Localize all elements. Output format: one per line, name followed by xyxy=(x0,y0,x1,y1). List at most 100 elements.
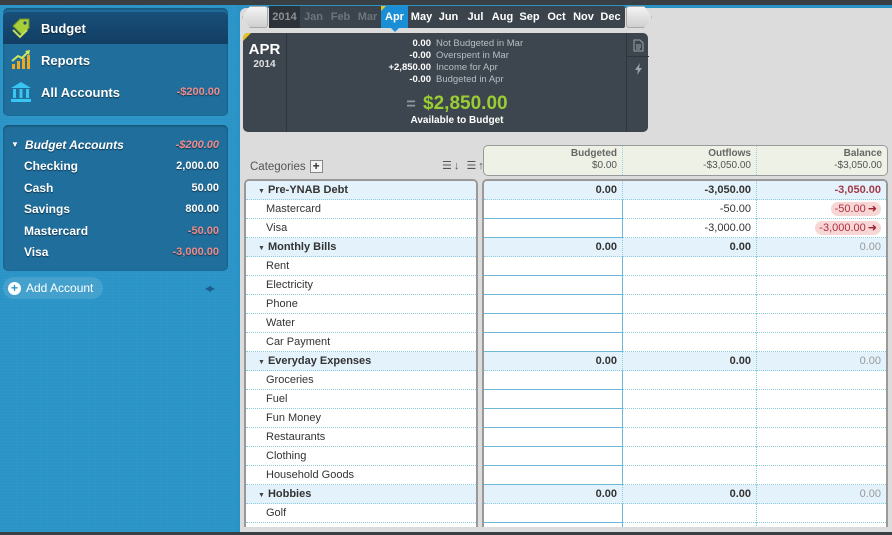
category-quilting[interactable]: Quilting xyxy=(246,526,303,527)
outflows-cell[interactable] xyxy=(623,446,757,466)
category-row[interactable]: Restaurants xyxy=(246,428,476,447)
outflows-cell[interactable]: -3,050.00 xyxy=(623,181,757,200)
budgeted-cell[interactable] xyxy=(484,408,623,428)
category-row[interactable]: Fuel xyxy=(246,390,476,409)
nav-all-accounts[interactable]: All Accounts -$200.00 xyxy=(3,76,228,108)
category-phone[interactable]: Phone xyxy=(246,298,298,310)
category-row[interactable]: Quilting xyxy=(246,523,476,527)
quick-budget-lightning-icon[interactable] xyxy=(627,58,649,80)
month-oct[interactable]: Oct xyxy=(543,6,570,28)
budgeted-cell[interactable] xyxy=(484,218,623,238)
category-group-row[interactable]: ▼ Monthly Bills xyxy=(246,238,476,257)
category-visa[interactable]: Visa xyxy=(246,222,287,234)
category-group-row[interactable]: ▼ Everyday Expenses xyxy=(246,352,476,371)
category-row[interactable]: Golf xyxy=(246,504,476,523)
account-checking[interactable]: Checking 2,000.00 xyxy=(3,155,228,176)
outflows-cell[interactable] xyxy=(623,313,757,333)
budgeted-cell[interactable] xyxy=(484,256,623,276)
month-may[interactable]: May xyxy=(408,6,435,28)
category-household-goods[interactable]: Household Goods xyxy=(246,469,354,481)
month-dec[interactable]: Dec xyxy=(597,6,624,28)
budget-accounts-header[interactable]: ▼ Budget Accounts -$200.00 xyxy=(3,134,228,155)
category-row[interactable]: Fun Money xyxy=(246,409,476,428)
outflows-cell[interactable] xyxy=(623,427,757,447)
account-visa[interactable]: Visa -3,000.00 xyxy=(3,241,228,262)
sidebar-resize-handle[interactable]: ◂▸ xyxy=(205,281,215,295)
budgeted-cell[interactable] xyxy=(484,446,623,466)
category-fuel[interactable]: Fuel xyxy=(246,393,287,405)
category-row[interactable]: Household Goods xyxy=(246,466,476,485)
nav-reports[interactable]: Reports xyxy=(3,44,228,76)
outflows-cell[interactable]: 0.00 xyxy=(623,237,757,257)
account-cash[interactable]: Cash 50.00 xyxy=(3,177,228,198)
next-month-button[interactable] xyxy=(626,6,652,28)
month-jul[interactable]: Jul xyxy=(462,6,489,28)
outflows-cell[interactable]: -50.00 xyxy=(623,199,757,219)
category-restaurants[interactable]: Restaurants xyxy=(246,431,325,443)
budgeted-cell[interactable] xyxy=(484,332,623,352)
category-clothing[interactable]: Clothing xyxy=(246,450,306,462)
outflows-cell[interactable]: -3,000.00 xyxy=(623,218,757,238)
notes-document-icon[interactable] xyxy=(627,35,649,57)
budgeted-cell[interactable] xyxy=(484,370,623,390)
category-row[interactable]: Phone xyxy=(246,295,476,314)
overspent-balance-pill[interactable]: -3,000.00 ➜ xyxy=(815,220,881,235)
month-jun[interactable]: Jun xyxy=(435,6,462,28)
category-monthly-bills[interactable]: ▼ Monthly Bills xyxy=(246,241,336,253)
month-apr[interactable]: Apr xyxy=(381,6,408,32)
month-sep[interactable]: Sep xyxy=(516,6,543,28)
outflows-cell[interactable] xyxy=(623,408,757,428)
category-everyday-expenses[interactable]: ▼ Everyday Expenses xyxy=(246,355,371,367)
group-collapse-icon[interactable]: ▼ xyxy=(258,359,265,366)
outflows-cell[interactable]: 0.00 xyxy=(623,351,757,371)
month-nov[interactable]: Nov xyxy=(570,6,597,28)
month-mar[interactable]: Mar xyxy=(354,6,381,28)
category-hobbies[interactable]: ▼ Hobbies xyxy=(246,488,311,500)
category-water[interactable]: Water xyxy=(246,317,295,329)
prev-month-button[interactable] xyxy=(242,6,268,28)
category-row[interactable]: Water xyxy=(246,314,476,333)
add-category-button[interactable]: + xyxy=(309,160,323,173)
category-car-payment[interactable]: Car Payment xyxy=(246,336,330,348)
category-row[interactable]: Rent xyxy=(246,257,476,276)
outflows-cell[interactable] xyxy=(623,332,757,352)
outflows-cell[interactable] xyxy=(623,256,757,276)
category-row[interactable]: Car Payment xyxy=(246,333,476,352)
outflows-cell[interactable] xyxy=(623,370,757,390)
outflows-cell[interactable] xyxy=(623,294,757,314)
group-collapse-icon[interactable]: ▼ xyxy=(258,492,265,499)
outflows-cell[interactable] xyxy=(623,275,757,295)
category-rent[interactable]: Rent xyxy=(246,260,289,272)
collapse-toggle-icon[interactable]: ▼ xyxy=(11,140,19,149)
category-pre-ynab-debt[interactable]: ▼ Pre-YNAB Debt xyxy=(246,184,348,196)
category-fun-money[interactable]: Fun Money xyxy=(246,412,321,424)
budgeted-cell[interactable] xyxy=(484,427,623,447)
month-feb[interactable]: Feb xyxy=(327,6,354,28)
category-row[interactable]: Mastercard xyxy=(246,200,476,219)
outflows-cell[interactable] xyxy=(623,522,757,527)
group-collapse-icon[interactable]: ▼ xyxy=(258,188,265,195)
budgeted-cell[interactable] xyxy=(484,294,623,314)
category-groceries[interactable]: Groceries xyxy=(246,374,314,386)
month-jan[interactable]: Jan xyxy=(300,6,327,28)
budgeted-cell[interactable] xyxy=(484,199,623,219)
budgeted-cell[interactable] xyxy=(484,389,623,409)
category-row[interactable]: Visa xyxy=(246,219,476,238)
budgeted-cell[interactable] xyxy=(484,275,623,295)
category-group-row[interactable]: ▼ Pre-YNAB Debt xyxy=(246,181,476,200)
category-golf[interactable]: Golf xyxy=(246,507,286,519)
category-group-row[interactable]: ▼ Hobbies xyxy=(246,485,476,504)
outflows-cell[interactable] xyxy=(623,503,757,523)
nav-budget[interactable]: Budget xyxy=(3,12,228,44)
category-mastercard[interactable]: Mastercard xyxy=(246,203,321,215)
overspent-balance-pill[interactable]: -50.00 ➜ xyxy=(830,201,881,216)
collapse-all-icon[interactable]: ☰↓ xyxy=(442,160,461,172)
category-row[interactable]: Electricity xyxy=(246,276,476,295)
budgeted-cell[interactable] xyxy=(484,503,623,523)
outflows-cell[interactable]: 0.00 xyxy=(623,484,757,504)
group-collapse-icon[interactable]: ▼ xyxy=(258,245,265,252)
category-row[interactable]: Groceries xyxy=(246,371,476,390)
budgeted-cell[interactable] xyxy=(484,522,623,527)
category-electricity[interactable]: Electricity xyxy=(246,279,313,291)
budgeted-cell[interactable] xyxy=(484,313,623,333)
